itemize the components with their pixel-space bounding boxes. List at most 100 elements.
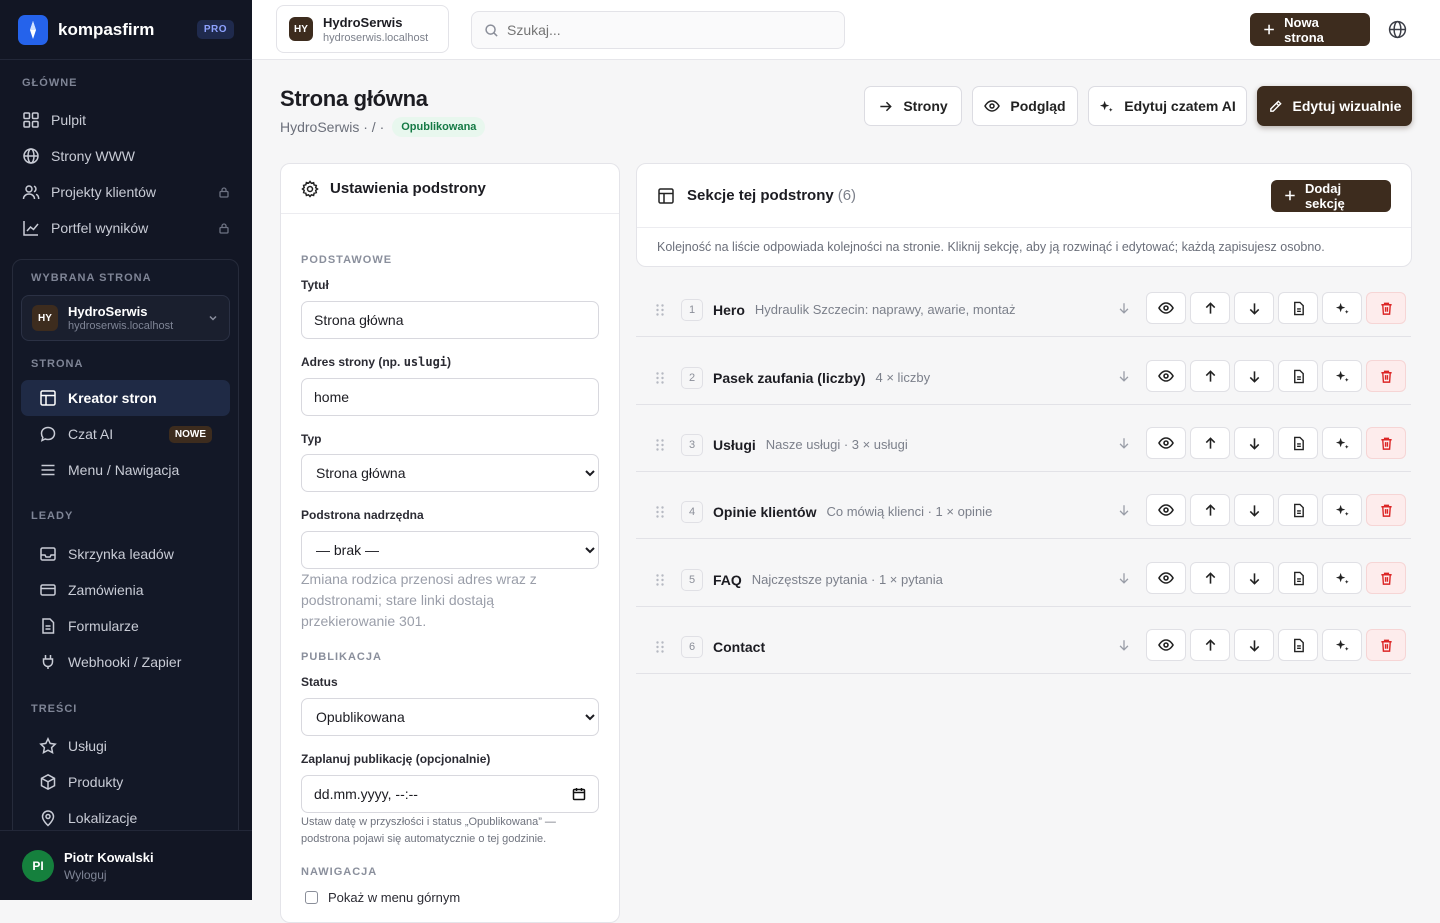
preview-section-button[interactable] [1146, 427, 1186, 459]
site-chip[interactable]: HY HydroSerwis hydroserwis.localhost [276, 5, 449, 53]
move-up-button[interactable] [1190, 292, 1230, 324]
type-select[interactable]: Strona główna [301, 454, 599, 492]
breadcrumb-text[interactable]: HydroSerwis · / · [280, 119, 384, 135]
drag-handle-icon[interactable] [655, 438, 665, 452]
ai-section-button[interactable] [1322, 629, 1362, 661]
delete-section-button[interactable] [1366, 629, 1406, 661]
brand[interactable]: kompasfirm PRO [0, 0, 252, 60]
move-down-button[interactable] [1234, 427, 1274, 459]
section-template-button[interactable] [1278, 562, 1318, 594]
ai-section-button[interactable] [1322, 360, 1362, 392]
move-up-button[interactable] [1190, 629, 1230, 661]
sidebar-item-forms[interactable]: Formularze [21, 608, 230, 644]
expand-section-icon[interactable] [1106, 571, 1142, 585]
preview-section-button[interactable] [1146, 360, 1186, 392]
preview-button[interactable]: Podgląd [972, 86, 1078, 126]
ai-section-button[interactable] [1322, 494, 1362, 526]
expand-section-icon[interactable] [1106, 436, 1142, 450]
ai-section-button[interactable] [1322, 292, 1362, 324]
status-select[interactable]: Opublikowana [301, 698, 599, 736]
move-down-button[interactable] [1234, 629, 1274, 661]
drag-handle-icon[interactable] [655, 640, 665, 654]
section-template-button[interactable] [1278, 292, 1318, 324]
logout-link[interactable]: Wyloguj [64, 868, 154, 882]
move-up-button[interactable] [1190, 562, 1230, 594]
drag-handle-icon[interactable] [655, 303, 665, 317]
section-row[interactable]: 6 Contact [636, 620, 1411, 674]
ai-section-button[interactable] [1322, 427, 1362, 459]
delete-section-button[interactable] [1366, 360, 1406, 392]
language-button[interactable] [1388, 20, 1407, 39]
slug-input[interactable] [301, 378, 599, 416]
lock-icon [219, 187, 229, 198]
move-down-button[interactable] [1234, 292, 1274, 324]
section-number: 3 [681, 433, 703, 456]
section-row[interactable]: 2 Pasek zaufania (liczby) 4 × liczby [636, 351, 1411, 405]
trash-icon [1380, 370, 1392, 383]
move-down-button[interactable] [1234, 360, 1274, 392]
section-row[interactable]: 1 Hero Hydraulik Szczecin: naprawy, awarie… [636, 283, 1411, 337]
site-switcher[interactable]: HY HydroSerwis hydroserwis.localhost [21, 295, 230, 341]
move-up-button[interactable] [1190, 427, 1230, 459]
show-in-menu-row: Pokaż w menu górnym [305, 890, 460, 905]
drag-handle-icon[interactable] [655, 371, 665, 385]
show-in-menu-checkbox[interactable] [305, 891, 318, 904]
schedule-input[interactable]: dd.mm.yyyy, --:-- [301, 775, 599, 813]
sidebar-item-page-builder[interactable]: Kreator stron [21, 380, 230, 416]
preview-section-button[interactable] [1146, 494, 1186, 526]
sidebar-item-results-portfolio[interactable]: Portfel wyników [0, 210, 252, 246]
move-down-button[interactable] [1234, 562, 1274, 594]
sidebar-item-services[interactable]: Usługi [21, 728, 230, 764]
delete-section-button[interactable] [1366, 427, 1406, 459]
sidebar-item-leads-inbox[interactable]: Skrzynka leadów [21, 536, 230, 572]
section-row[interactable]: 4 Opinie klientów Co mówią klienci · 1 × o… [636, 485, 1411, 539]
section-number: 4 [681, 500, 703, 523]
delete-section-button[interactable] [1366, 292, 1406, 324]
delete-section-button[interactable] [1366, 562, 1406, 594]
drag-handle-icon[interactable] [655, 505, 665, 519]
sidebar-item-client-projects[interactable]: Projekty klientów [0, 174, 252, 210]
preview-section-button[interactable] [1146, 629, 1186, 661]
title-label: Tytuł [301, 278, 329, 292]
delete-section-button[interactable] [1366, 494, 1406, 526]
trash-icon [1380, 437, 1392, 450]
pages-button[interactable]: Strony [864, 86, 962, 126]
search-input[interactable] [507, 22, 807, 38]
move-down-button[interactable] [1234, 494, 1274, 526]
plan-badge: PRO [196, 20, 234, 39]
ai-section-button[interactable] [1322, 562, 1362, 594]
sidebar-item-dashboard[interactable]: Pulpit [0, 102, 252, 138]
calendar-icon[interactable] [572, 787, 586, 801]
expand-section-icon[interactable] [1106, 301, 1142, 315]
preview-section-button[interactable] [1146, 562, 1186, 594]
section-template-button[interactable] [1278, 494, 1318, 526]
section-row[interactable]: 5 FAQ Najczęstsze pytania · 1 × pytania [636, 553, 1411, 607]
sidebar-item-orders[interactable]: Zamówienia [21, 572, 230, 608]
section-template-button[interactable] [1278, 360, 1318, 392]
add-section-button[interactable]: Dodaj sekcję [1271, 179, 1391, 212]
section-template-button[interactable] [1278, 427, 1318, 459]
new-page-button[interactable]: Nowa strona [1250, 13, 1370, 46]
sidebar-item-webhooks[interactable]: Webhooki / Zapier [21, 644, 230, 680]
parent-select[interactable]: — brak — [301, 531, 599, 569]
title-input[interactable] [301, 301, 599, 339]
parent-hint: Zmiana rodzica przenosi adres wraz z pod… [301, 571, 537, 629]
sidebar-item-products[interactable]: Produkty [21, 764, 230, 800]
ai-edit-button[interactable]: Edytuj czatem AI [1088, 86, 1247, 126]
move-up-button[interactable] [1190, 360, 1230, 392]
section-template-button[interactable] [1278, 629, 1318, 661]
sidebar-item-ai-chat[interactable]: Czat AI NOWE [21, 416, 230, 452]
move-up-button[interactable] [1190, 494, 1230, 526]
expand-section-icon[interactable] [1106, 638, 1142, 652]
section-row[interactable]: 3 Usługi Nasze usługi · 3 × usługi [636, 418, 1411, 472]
sidebar-item-websites[interactable]: Strony WWW [0, 138, 252, 174]
preview-section-button[interactable] [1146, 292, 1186, 324]
sidebar-item-menu-navigation[interactable]: Menu / Nawigacja [21, 452, 230, 488]
section-subtitle: Najczęstsze pytania · 1 × pytania [751, 572, 943, 587]
document-icon [1293, 503, 1304, 517]
visual-edit-button[interactable]: Edytuj wizualnie [1257, 86, 1412, 126]
section-actions [1106, 629, 1406, 661]
expand-section-icon[interactable] [1106, 503, 1142, 517]
expand-section-icon[interactable] [1106, 369, 1142, 383]
drag-handle-icon[interactable] [655, 573, 665, 587]
